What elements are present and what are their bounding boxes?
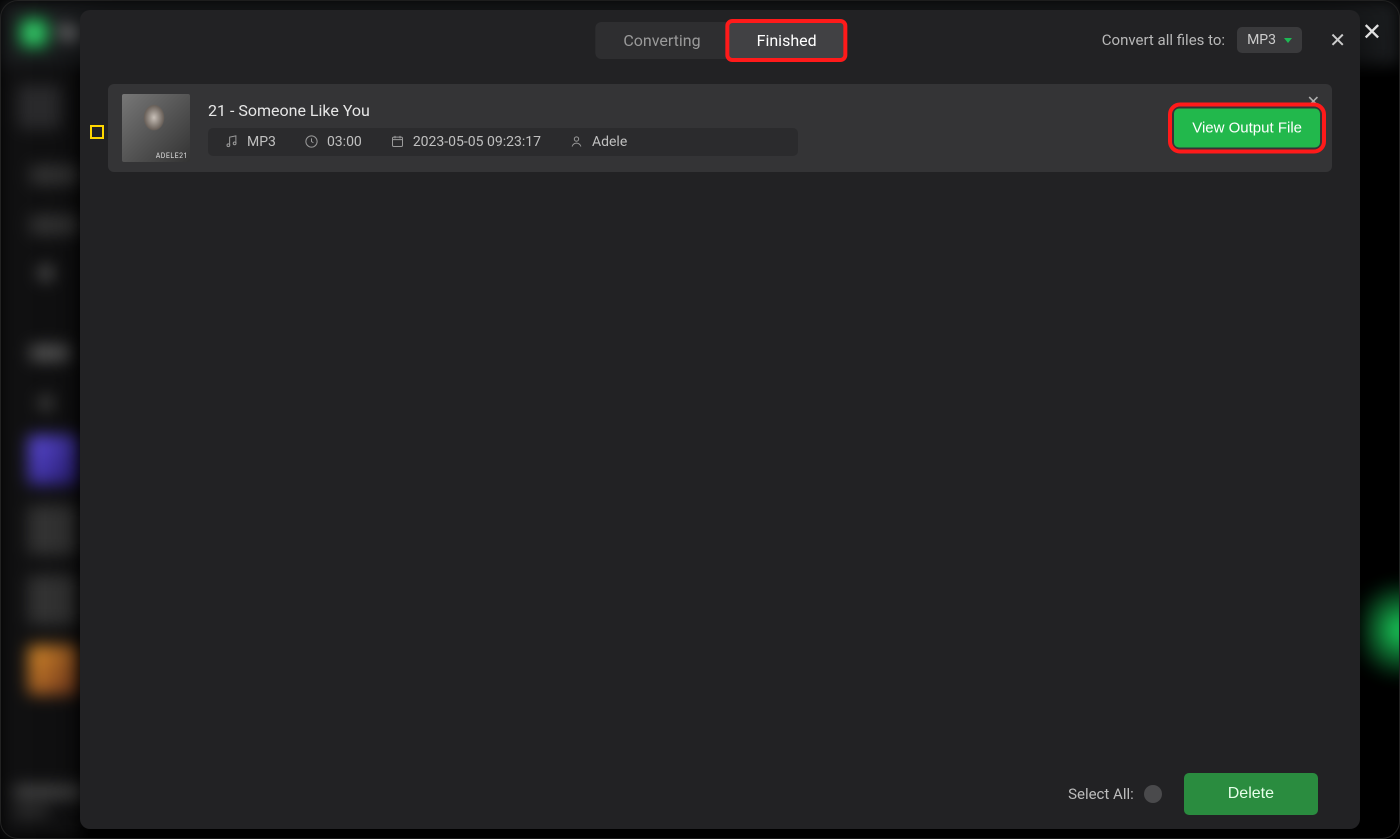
track-list: 21 - Someone Like You MP3 03:00 2023-05-…	[80, 70, 1360, 759]
clock-icon	[304, 134, 319, 149]
outer-close-button[interactable]: ✕	[1362, 18, 1382, 46]
tab-converting[interactable]: Converting	[595, 22, 728, 59]
select-all-label: Select All:	[1068, 785, 1134, 803]
view-output-file-button[interactable]: View Output File	[1174, 109, 1320, 148]
music-note-icon	[224, 134, 239, 149]
tab-finished[interactable]: Finished	[729, 22, 845, 59]
select-all-toggle[interactable]	[1144, 785, 1162, 803]
track-meta-bar: MP3 03:00 2023-05-05 09:23:17 Adele	[208, 128, 798, 156]
modal-close-button[interactable]: ✕	[1329, 30, 1346, 50]
app-title: Sp	[58, 22, 79, 43]
format-dropdown[interactable]: MP3	[1237, 27, 1302, 53]
track-artist: Adele	[592, 134, 627, 150]
track-format: MP3	[247, 134, 276, 150]
track-duration: 03:00	[327, 134, 362, 150]
convert-all-label: Convert all files to:	[1102, 31, 1225, 49]
modal-footer: Select All: Delete	[80, 759, 1360, 829]
calendar-icon	[390, 134, 405, 149]
chevron-down-icon	[1284, 38, 1292, 43]
track-row: 21 - Someone Like You MP3 03:00 2023-05-…	[108, 84, 1332, 172]
album-art	[122, 94, 190, 162]
format-selected-value: MP3	[1247, 32, 1276, 48]
checkbox-marker[interactable]	[90, 125, 104, 139]
track-timestamp: 2023-05-05 09:23:17	[413, 134, 541, 150]
conversion-modal: Converting Finished Convert all files to…	[80, 10, 1360, 829]
delete-button[interactable]: Delete	[1184, 773, 1318, 815]
spotify-icon	[20, 19, 48, 47]
person-icon	[569, 134, 584, 149]
tab-group: Converting Finished	[595, 22, 844, 59]
track-title: 21 - Someone Like You	[208, 101, 798, 120]
modal-header: Converting Finished Convert all files to…	[80, 10, 1360, 70]
